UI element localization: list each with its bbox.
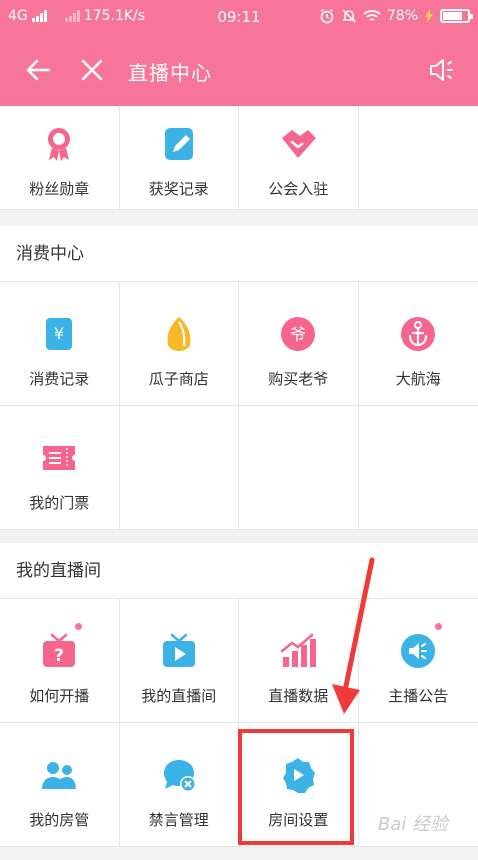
alarm-icon: [320, 8, 334, 24]
empty-cell: [358, 406, 478, 530]
buy-lord-item[interactable]: 爷 购买老爷: [239, 282, 359, 406]
top-tools-section: 粉丝勋章 获奖记录 公会入驻: [0, 106, 478, 210]
empty-cell: [119, 406, 239, 530]
ticket-icon: [43, 446, 76, 470]
how-to-stream-item[interactable]: ? 如何开播: [0, 599, 120, 723]
guild-join-label: 公会入驻: [268, 180, 329, 198]
battery-percent: 78%: [386, 8, 418, 24]
live-data-label: 直播数据: [268, 687, 329, 705]
yuan-bill-icon: ¥: [46, 318, 73, 350]
speaker-icon[interactable]: [426, 54, 458, 86]
my-live-room-item[interactable]: 我的直播间: [119, 599, 239, 723]
award-record-item[interactable]: 获奖记录: [119, 106, 239, 210]
buy-lord-label: 购买老爷: [268, 370, 329, 388]
melon-seed-icon: [167, 317, 191, 351]
medal-icon: [48, 128, 71, 161]
section-title-consumption: 消费中心: [0, 226, 478, 282]
empty-cell: [358, 106, 478, 210]
nav-bar: 直播中心: [0, 34, 478, 106]
tv-question-icon: ?: [43, 633, 76, 667]
consumption-section: 消费中心 ¥ 消费记录 瓜子商店 爷 购买老爷 大航海 我的门票: [0, 226, 478, 530]
room-admins-label: 我的房管: [29, 811, 90, 829]
tv-play-icon: [162, 633, 195, 667]
notification-dot: [434, 623, 442, 630]
close-icon[interactable]: [76, 54, 108, 86]
edit-record-icon: [164, 128, 193, 160]
my-ticket-item[interactable]: 我的门票: [0, 406, 120, 530]
guild-join-item[interactable]: 公会入驻: [239, 106, 359, 210]
lord-badge-icon: 爷: [281, 317, 316, 351]
watermark: Bai 经验: [377, 814, 448, 835]
spend-record-item[interactable]: ¥ 消费记录: [0, 282, 120, 406]
how-to-stream-label: 如何开播: [29, 687, 90, 705]
svg-text:爷: 爷: [290, 325, 306, 344]
melon-shop-label: 瓜子商店: [148, 370, 209, 388]
wifi-icon: [363, 10, 381, 21]
live-data-item[interactable]: 直播数据: [239, 599, 359, 723]
award-record-label: 获奖记录: [148, 180, 209, 198]
users-icon: [42, 762, 77, 789]
my-live-room-label: 我的直播间: [141, 687, 217, 705]
handshake-icon: [282, 130, 317, 158]
mute-management-label: 禁言管理: [148, 811, 209, 829]
spend-record-label: 消费记录: [29, 370, 90, 388]
announce-icon: [401, 634, 436, 668]
mute-icon: [342, 9, 356, 23]
mute-chat-icon: [163, 760, 196, 792]
highlight-box: [238, 729, 354, 845]
room-admins-item[interactable]: 我的房管: [0, 723, 120, 847]
notification-dot: [75, 623, 82, 630]
svg-text:¥: ¥: [54, 324, 64, 343]
charging-icon: [425, 9, 433, 23]
page-title: 直播中心: [128, 61, 212, 85]
battery-icon: [440, 9, 473, 23]
back-arrow-icon[interactable]: [22, 54, 54, 86]
melon-shop-item[interactable]: 瓜子商店: [119, 282, 239, 406]
announcement-label: 主播公告: [388, 687, 449, 705]
my-ticket-label: 我的门票: [29, 494, 90, 512]
voyage-item[interactable]: 大航海: [358, 282, 478, 406]
fan-medal-label: 粉丝勋章: [29, 180, 90, 198]
status-bar: 4G 175.1K/s 09:11 78%: [0, 0, 478, 34]
mute-management-item[interactable]: 禁言管理: [119, 723, 239, 847]
svg-text:?: ?: [54, 646, 64, 666]
anchor-icon: [401, 317, 436, 351]
empty-cell: [239, 406, 359, 530]
section-title-my-room: 我的直播间: [0, 543, 478, 599]
voyage-label: 大航海: [395, 370, 441, 388]
fan-medal-item[interactable]: 粉丝勋章: [0, 106, 120, 210]
announcement-item[interactable]: 主播公告: [358, 599, 478, 723]
chart-up-icon: [281, 633, 317, 667]
